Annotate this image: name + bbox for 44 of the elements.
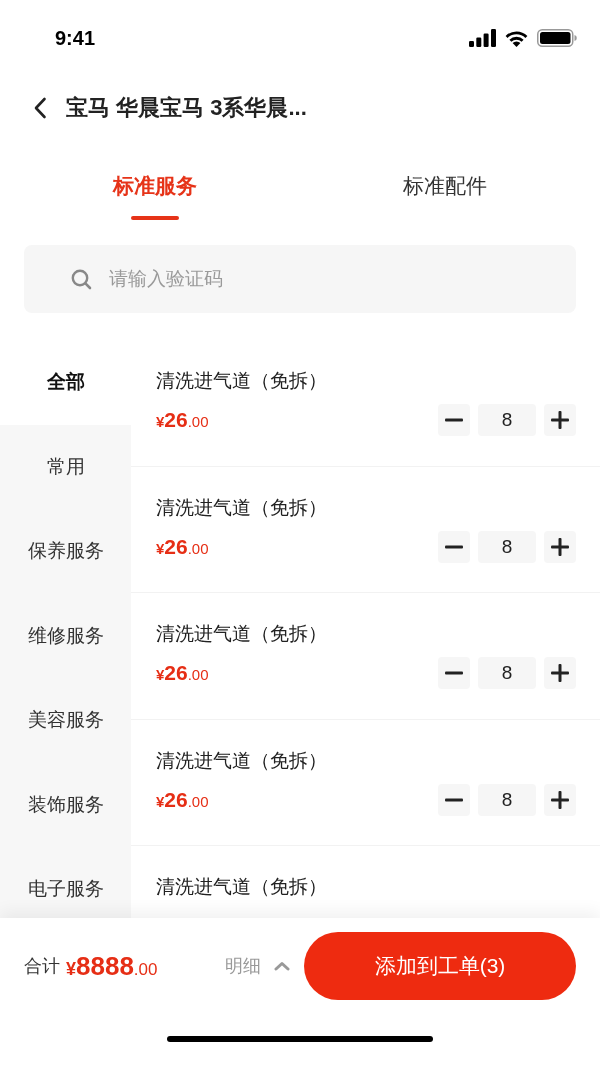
quantity-field[interactable]: 8 bbox=[478, 783, 536, 816]
total-label: 合计 bbox=[24, 955, 60, 978]
search-icon bbox=[71, 268, 92, 290]
quantity-field[interactable]: 8 bbox=[478, 530, 536, 563]
decrease-button[interactable] bbox=[438, 404, 470, 436]
plus-icon bbox=[551, 664, 569, 682]
increase-button[interactable] bbox=[544, 783, 576, 816]
plus-icon bbox=[551, 411, 569, 429]
battery-icon bbox=[537, 29, 577, 47]
plus-icon bbox=[551, 537, 569, 556]
service-price: ¥26.00 bbox=[156, 787, 209, 812]
minus-icon bbox=[445, 544, 463, 549]
decrease-button[interactable] bbox=[438, 530, 470, 563]
plus-icon bbox=[551, 790, 569, 809]
page-title: 宝马 华晨宝马 3系华晨... bbox=[66, 94, 307, 122]
service-price: ¥26.00 bbox=[156, 408, 209, 432]
increase-button[interactable] bbox=[544, 404, 576, 436]
status-time: 9:41 bbox=[55, 26, 96, 50]
minus-icon bbox=[445, 797, 463, 802]
chevron-up-icon bbox=[274, 961, 290, 971]
minus-icon bbox=[445, 418, 463, 422]
service-price: ¥26.00 bbox=[156, 534, 209, 559]
decrease-button[interactable] bbox=[438, 657, 470, 689]
tab[interactable]: 标准配件 bbox=[300, 140, 590, 220]
active-tab-indicator bbox=[131, 216, 179, 220]
signal-icon bbox=[469, 29, 496, 47]
service-name: 清洗进气道（免拆） bbox=[156, 622, 327, 646]
service-name: 清洗进气道（免拆） bbox=[156, 495, 327, 520]
wifi-icon bbox=[504, 29, 529, 47]
decrease-button[interactable] bbox=[438, 783, 470, 816]
quantity-field[interactable]: 8 bbox=[478, 657, 536, 689]
total-price: ¥8888.00 bbox=[66, 950, 158, 982]
tab[interactable]: 标准服务 bbox=[10, 140, 300, 220]
minus-icon bbox=[445, 671, 463, 675]
service-name: 清洗进气道（免拆） bbox=[156, 875, 327, 899]
service-name: 清洗进气道（免拆） bbox=[156, 369, 327, 393]
quantity-field[interactable]: 8 bbox=[478, 404, 536, 436]
category-item[interactable]: 全部 bbox=[0, 340, 131, 425]
increase-button[interactable] bbox=[544, 657, 576, 689]
increase-button[interactable] bbox=[544, 530, 576, 563]
service-price: ¥26.00 bbox=[156, 661, 209, 685]
service-name: 清洗进气道（免拆） bbox=[156, 748, 327, 773]
add-to-order-button[interactable]: 添加到工单(3) bbox=[304, 932, 576, 1000]
back-icon[interactable] bbox=[33, 97, 47, 119]
